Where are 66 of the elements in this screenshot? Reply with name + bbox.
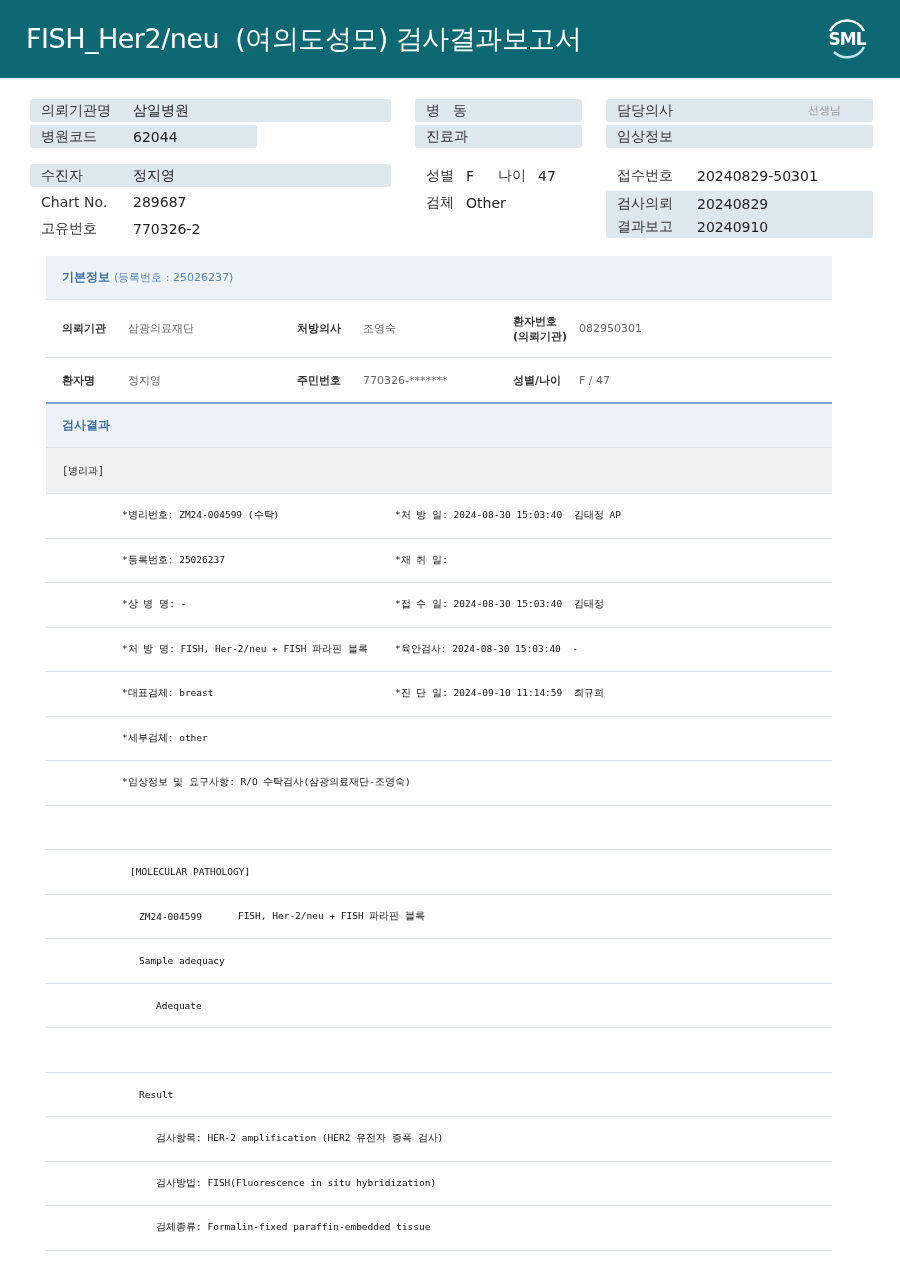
report-line-text: *등록번호: 25026237 [122, 553, 225, 567]
field-value: 20240829 [697, 195, 769, 212]
report-title: FISH_Her2/neu (여의도성모) 검사결과보고서 [26, 22, 582, 56]
report-line-text: *세부검체: other [122, 731, 208, 745]
report-line-text: [MOLECULAR PATHOLOGY] [130, 866, 251, 878]
report-line-text: *진 단 일: 2024-09-10 11:14:59 최규희 [395, 687, 604, 701]
field-label: 환자명 [61, 372, 96, 388]
field-label: 고유번호 [41, 220, 98, 238]
report-line-text: *채 취 일: [395, 553, 448, 567]
field-value: Other [466, 195, 506, 211]
field-label: 접수번호 [617, 167, 674, 185]
field-label: 성별 [426, 167, 455, 185]
department-label: [병리과] [62, 463, 105, 478]
field-label: 의뢰기관명 [41, 101, 112, 120]
report-line-text: Result [139, 1088, 174, 1100]
field-value: 770326-2 [133, 221, 201, 237]
field-value: 082950301 [579, 322, 642, 335]
field-label: 진료과 [426, 127, 468, 146]
report-line-text: 검체종류: Formalin-fixed paraffin-embedded tissue [156, 1221, 431, 1235]
report-line-text: Adequate [156, 999, 202, 1011]
field-value: 47 [538, 168, 556, 184]
section-title: 기본정보 [62, 269, 110, 286]
field-value: 62044 [133, 128, 178, 145]
report-line-text: *처 방 일: 2024-08-30 15:03:40 김태정 AP [395, 509, 621, 523]
report-line-text: *병리번호: ZM24-004599 (수탁) [122, 509, 280, 523]
field-value: 삼광의료재단 [128, 321, 194, 336]
field-value: 770326-******* [363, 373, 448, 387]
report-line-text: *처 방 명: FISH, Her-2/neu + FISH 파라핀 블록 [122, 642, 368, 656]
field-label: 검체 [426, 194, 455, 212]
field-value: 정지영 [133, 166, 175, 185]
logo: SML [822, 14, 872, 64]
field-note: 선생님 [808, 103, 841, 118]
report-line-text: ZM24-004599 [139, 910, 202, 922]
report-line-text: Sample adequacy [139, 955, 225, 967]
field-label: Chart No. [41, 194, 109, 210]
field-value: 289687 [133, 194, 187, 210]
field-label: 임상정보 [617, 127, 674, 146]
report-line-text: *접 수 일: 2024-08-30 15:03:40 김태정 [395, 598, 604, 612]
report-line-text: *대표검체: breast [122, 687, 214, 701]
report-line-text: FISH, Her-2/neu + FISH 파라핀 블록 [237, 909, 426, 923]
report-line-text: 검사항목: HER-2 amplification (HER2 유전자 증폭 검사) [156, 1132, 444, 1146]
field-label: 나이 [498, 167, 528, 185]
field-label: 의뢰기관 [61, 321, 107, 336]
field-label: 처방의사 [297, 321, 342, 336]
field-label: 병원코드 [41, 127, 98, 146]
field-value: 20240910 [697, 218, 769, 235]
field-label: 병 동 [426, 101, 468, 120]
report-line-text: *육안검사: 2024-08-30 15:03:40 - [395, 642, 578, 656]
field-value: 정지영 [128, 372, 161, 388]
section-title: 검사결과 [62, 417, 110, 434]
field-value: 20240829-50301 [697, 168, 818, 184]
field-value: 조영숙 [363, 321, 396, 336]
field-label: 검사의뢰 [617, 194, 674, 213]
report-line-text: *임상정보 및 요구사항: R/O 수탁검사(삼광의료재단-조영숙) [122, 776, 411, 790]
report-line-text: 검사방법: FISH(Fluorescence in situ hybridization) [156, 1176, 437, 1190]
field-label: 환자번호 (의뢰기관) [513, 313, 569, 344]
field-label: 주민번호 [297, 372, 342, 388]
field-value: F / 47 [579, 373, 611, 387]
field-label: 담당의사 [617, 101, 674, 120]
field-value: 삼일병원 [133, 101, 189, 120]
registration-number: (등록번호 : 25026237) [114, 270, 234, 285]
field-label: 수진자 [41, 166, 84, 185]
report-line-text: *상 병 명: - [122, 598, 187, 612]
field-label: 성별/나이 [513, 372, 563, 388]
field-label: 결과보고 [617, 217, 674, 236]
field-value: F [466, 168, 475, 184]
